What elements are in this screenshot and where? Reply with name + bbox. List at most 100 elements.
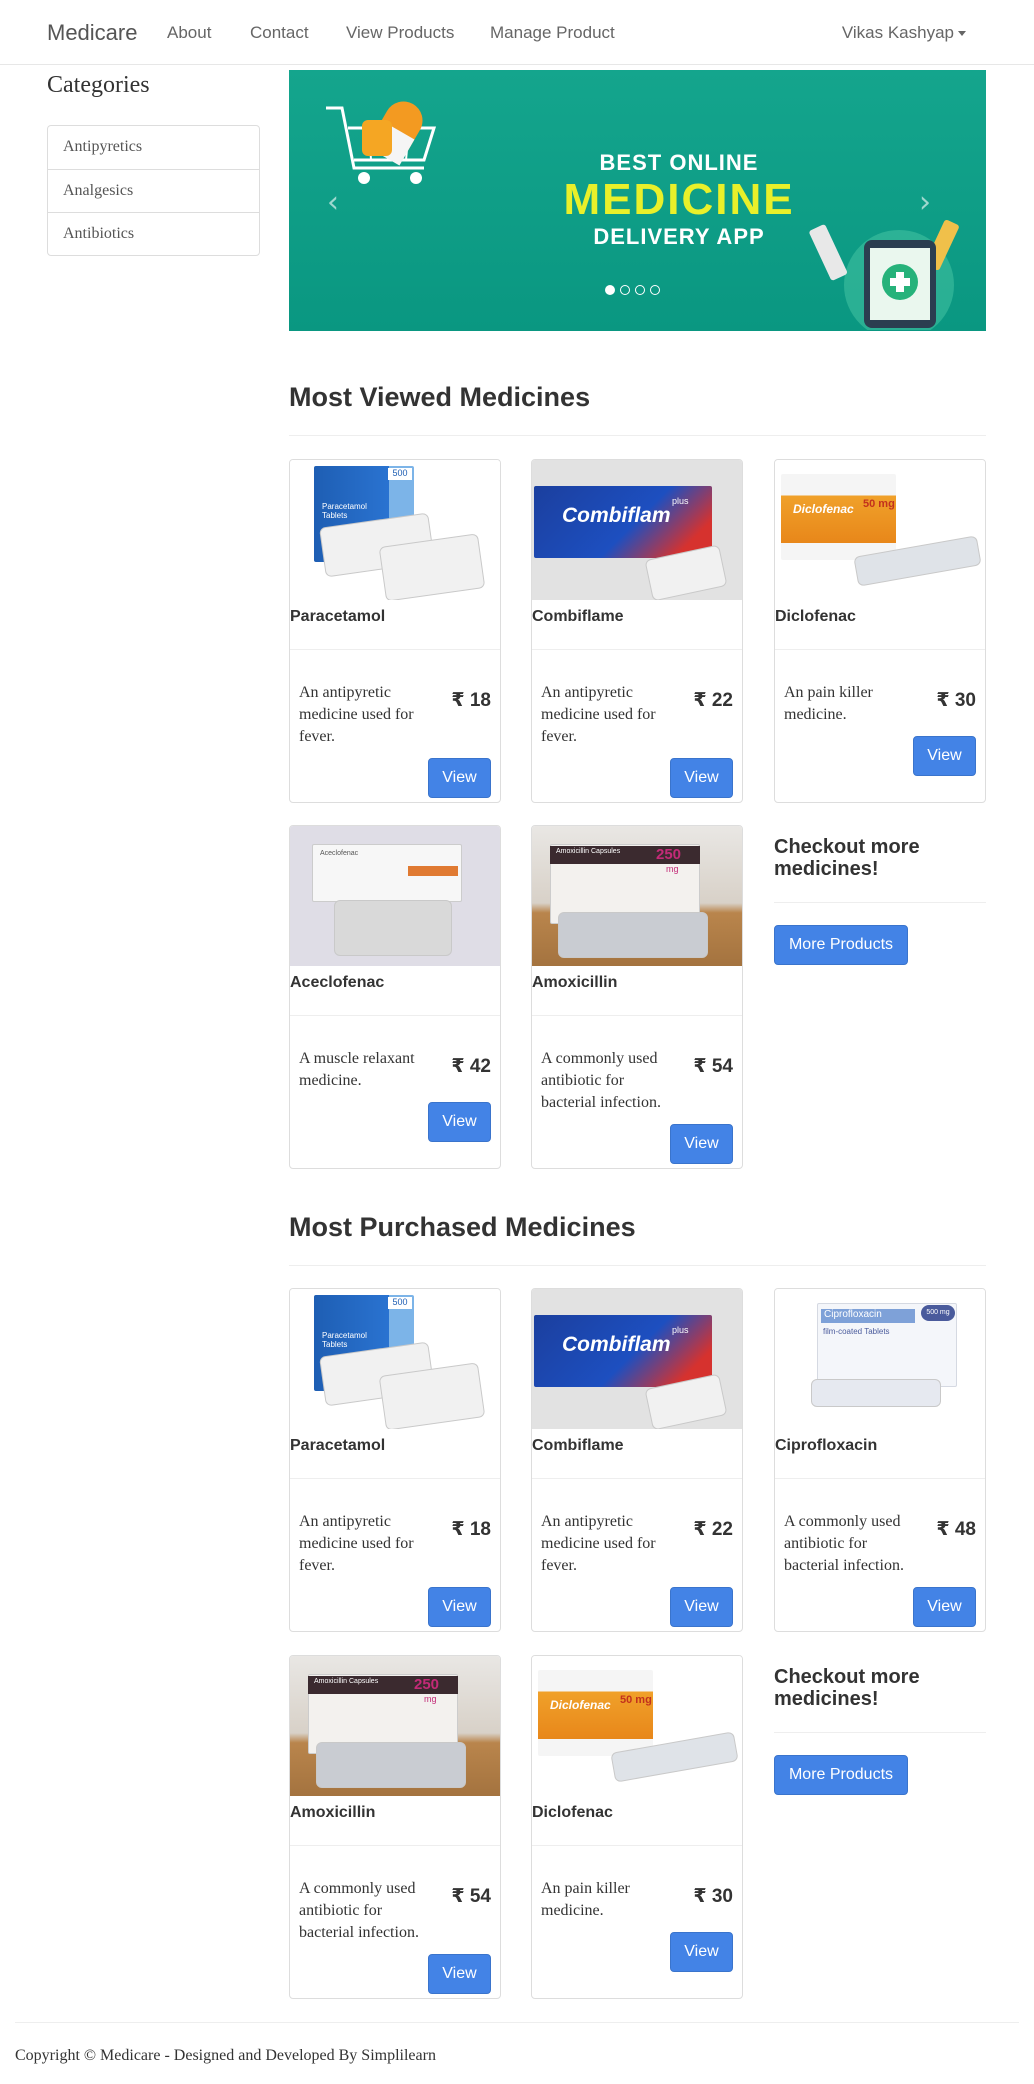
rupee-icon: ₹ [693, 690, 707, 711]
view-button[interactable]: View [428, 1954, 491, 1994]
product-card-amoxicillin: Amoxicillin Capsules 250 mg Amoxicillin … [531, 825, 743, 1169]
product-price: ₹ 30 [693, 1886, 733, 1907]
product-price: ₹ 54 [451, 1886, 491, 1907]
rupee-icon: ₹ [693, 1886, 707, 1907]
view-button[interactable]: View [913, 1587, 976, 1627]
box-label: 500 [388, 468, 412, 480]
box-label: Paracetamol Tablets [322, 502, 367, 520]
box-label: Aceclofenac [320, 850, 359, 857]
product-image-combiflame: Combiflam plus [532, 460, 742, 600]
product-image-amoxicillin: Amoxicillin Capsules 250 mg [532, 826, 742, 966]
rupee-icon: ₹ [451, 690, 465, 711]
product-price: ₹ 22 [693, 690, 733, 711]
product-price: ₹ 18 [451, 690, 491, 711]
box-label: 250 [414, 1676, 440, 1693]
view-button[interactable]: View [670, 1124, 733, 1164]
box-label: mg [666, 864, 679, 874]
caret-down-icon [958, 31, 966, 37]
checkout-more-title: Checkout more medicines! [774, 836, 920, 880]
user-name: Vikas Kashyap [841, 23, 954, 42]
carousel-prev-icon[interactable]: ‹ [327, 185, 339, 220]
box-label: plus [672, 496, 689, 506]
product-image-combiflame: Combiflam plus [532, 1289, 742, 1429]
rupee-icon: ₹ [451, 1519, 465, 1540]
product-card-paracetamol: Paracetamol Tablets 500 Paracetamol An a… [289, 459, 501, 803]
product-description: A commonly used antibiotic for bacterial… [784, 1513, 904, 1574]
navbar: Medicare About Contact View Products Man… [0, 0, 1034, 65]
product-price: ₹ 18 [451, 1519, 491, 1540]
nav-link-view-products[interactable]: View Products [346, 23, 454, 43]
view-button[interactable]: View [428, 1102, 491, 1142]
product-name: Combiflame [532, 1429, 742, 1479]
product-price: ₹ 22 [693, 1519, 733, 1540]
box-label: Diclofenac [550, 1698, 611, 1712]
product-description: An pain killer medicine. [784, 684, 873, 723]
carousel-indicator[interactable] [635, 285, 645, 295]
nav-link-contact[interactable]: Contact [250, 23, 309, 43]
nav-link-about[interactable]: About [167, 23, 211, 43]
view-button[interactable]: View [670, 1587, 733, 1627]
product-image-paracetamol: Paracetamol Tablets 500 [290, 460, 500, 600]
carousel-indicators [605, 282, 665, 300]
product-description: An antipyretic medicine used for fever. [299, 1513, 414, 1574]
product-name: Ciprofloxacin [775, 1429, 985, 1479]
box-label: 250 [656, 846, 682, 863]
carousel-indicator[interactable] [650, 285, 660, 295]
user-menu[interactable]: Vikas Kashyap [842, 23, 966, 43]
brand-logo[interactable]: Medicare [47, 20, 137, 46]
more-products-button[interactable]: More Products [774, 1755, 908, 1795]
shopping-cart-icon [326, 101, 437, 184]
product-name: Diclofenac [532, 1796, 742, 1846]
view-button[interactable]: View [670, 1932, 733, 1972]
view-button[interactable]: View [428, 1587, 491, 1627]
most-purchased-title: Most Purchased Medicines [289, 1212, 636, 1242]
box-label: plus [672, 1325, 689, 1335]
product-name: Amoxicillin [290, 1796, 500, 1846]
product-image-diclofenac: Diclofenac 50 mg [532, 1656, 742, 1796]
rupee-icon: ₹ [451, 1056, 465, 1077]
view-button[interactable]: View [670, 758, 733, 798]
more-products-button[interactable]: More Products [774, 925, 908, 965]
carousel-indicator[interactable] [620, 285, 630, 295]
banner-carousel: BEST ONLINE MEDICINE DELIVERY APP ‹ › [289, 70, 986, 331]
checkout-divider [774, 1732, 986, 1733]
product-description: A commonly used antibiotic for bacterial… [299, 1880, 419, 1941]
product-description: An pain killer medicine. [541, 1880, 630, 1919]
product-price: ₹ 54 [693, 1056, 733, 1077]
product-description: An antipyretic medicine used for fever. [541, 684, 656, 745]
view-button[interactable]: View [913, 736, 976, 776]
checkout-more-title: Checkout more medicines! [774, 1666, 920, 1710]
product-price: ₹ 30 [936, 690, 976, 711]
rupee-icon: ₹ [936, 690, 950, 711]
box-label: Amoxicillin Capsules [556, 848, 621, 855]
product-card-ciprofloxacin: Ciprofloxacin 500 mg film-coated Tablets… [774, 1288, 986, 1632]
rupee-icon: ₹ [693, 1056, 707, 1077]
product-name: Amoxicillin [532, 966, 742, 1016]
product-name: Diclofenac [775, 600, 985, 650]
view-button[interactable]: View [428, 758, 491, 798]
categories-title: Categories [47, 72, 150, 98]
product-image-diclofenac: Diclofenac 50 mg [775, 460, 985, 600]
product-card-aceclofenac: Aceclofenac Aceclofenac A muscle relaxan… [289, 825, 501, 1169]
product-image-aceclofenac: Aceclofenac [290, 826, 500, 966]
box-label: film-coated Tablets [823, 1327, 890, 1336]
category-item-antipyretics[interactable]: Antipyretics [48, 126, 259, 169]
box-label: Diclofenac [793, 502, 854, 516]
product-image-ciprofloxacin: Ciprofloxacin 500 mg film-coated Tablets [775, 1289, 985, 1429]
rupee-icon: ₹ [693, 1519, 707, 1540]
box-label: Paracetamol Tablets [322, 1331, 367, 1349]
category-item-antibiotics[interactable]: Antibiotics [48, 212, 259, 255]
carousel-indicator[interactable] [605, 285, 615, 295]
product-description: An antipyretic medicine used for fever. [541, 1513, 656, 1574]
box-label: 50 mg [863, 498, 895, 510]
product-card-diclofenac: Diclofenac 50 mg Diclofenac An pain kill… [774, 459, 986, 803]
product-price: ₹ 48 [936, 1519, 976, 1540]
product-card-combiflame: Combiflam plus Combiflame An antipyretic… [531, 459, 743, 803]
product-card-amoxicillin: Amoxicillin Capsules 250 mg Amoxicillin … [289, 1655, 501, 1999]
box-label: 500 [388, 1297, 412, 1309]
carousel-next-icon[interactable]: › [919, 185, 931, 220]
category-item-analgesics[interactable]: Analgesics [48, 169, 259, 212]
nav-link-manage-product[interactable]: Manage Product [490, 23, 615, 43]
box-label: Amoxicillin Capsules [314, 1678, 379, 1685]
box-label: 500 mg [921, 1305, 955, 1321]
